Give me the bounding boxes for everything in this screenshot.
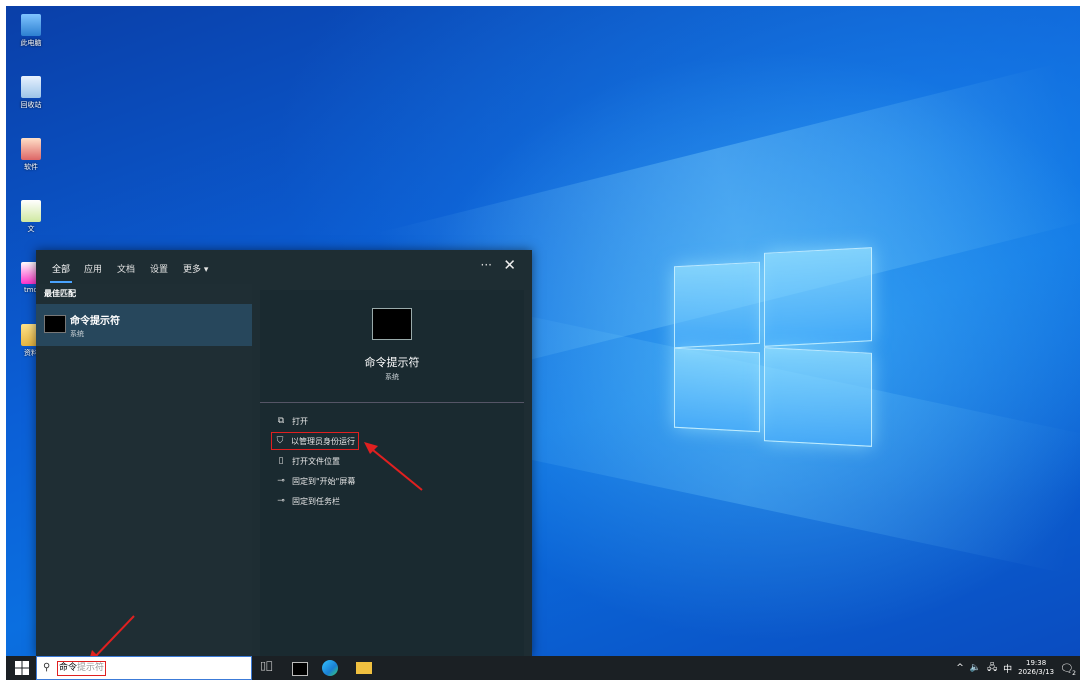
desktop-icon-label: 文 bbox=[27, 225, 35, 233]
detail-title: 命令提示符 bbox=[364, 356, 420, 369]
action-label: 打开文件位置 bbox=[292, 456, 340, 466]
edge-icon[interactable] bbox=[322, 660, 338, 676]
network-icon[interactable]: 🖧 bbox=[987, 660, 997, 676]
detail-subtitle: 系统 bbox=[385, 373, 399, 381]
best-match-subtitle: 系统 bbox=[70, 330, 84, 338]
system-tray: ^ 🔈 🖧 中 19:38 2026/3/13 🗨 2 bbox=[956, 656, 1076, 680]
action-label: 打开 bbox=[292, 416, 308, 426]
action-label: 固定到任务栏 bbox=[292, 496, 340, 506]
close-icon[interactable]: ✕ bbox=[503, 256, 516, 274]
desktop-icon-computer[interactable]: 此电脑 bbox=[16, 14, 46, 48]
app-icon bbox=[21, 138, 41, 160]
search-query[interactable]: 命令提示符 bbox=[57, 661, 107, 676]
results-list: 最佳匹配 命令提示符 系统 bbox=[36, 284, 252, 656]
action-run-as-admin[interactable]: ⛉ 以管理员身份运行 bbox=[271, 432, 359, 450]
more-options-icon[interactable]: ··· bbox=[481, 258, 492, 272]
ime-indicator[interactable]: 中 bbox=[1003, 662, 1012, 675]
best-match-item[interactable]: 命令提示符 系统 bbox=[36, 304, 252, 346]
notification-count: 2 bbox=[1072, 669, 1076, 677]
search-suggest-text: 提示符 bbox=[77, 663, 105, 673]
active-tab-indicator bbox=[50, 281, 72, 283]
recycle-bin-icon bbox=[21, 76, 41, 98]
action-pin-to-start[interactable]: ⊸ 固定到"开始"屏幕 bbox=[276, 474, 355, 488]
search-typed-text: 命令 bbox=[59, 663, 78, 673]
action-label: 固定到"开始"屏幕 bbox=[292, 476, 356, 486]
task-view-icon[interactable]: ▯⃞ bbox=[260, 659, 278, 677]
action-open[interactable]: ⧉ 打开 bbox=[276, 414, 308, 428]
file-location-icon: ▯ bbox=[278, 456, 284, 466]
best-match-name: 命令提示符 bbox=[70, 316, 120, 327]
search-tabs: 全部 应用 文档 设置 更多 ▾ ··· ✕ bbox=[36, 250, 532, 284]
pin-icon: ⊸ bbox=[277, 476, 285, 486]
tab-settings[interactable]: 设置 bbox=[150, 262, 168, 275]
pin-icon: ⊸ bbox=[277, 496, 285, 506]
document-icon bbox=[21, 200, 41, 222]
desktop-icon-label: 回收站 bbox=[20, 101, 42, 109]
annotation-arrow-admin bbox=[364, 442, 423, 491]
divider bbox=[260, 402, 524, 403]
tab-all[interactable]: 全部 bbox=[52, 262, 70, 275]
open-icon: ⧉ bbox=[277, 416, 285, 426]
desktop-icon-label: 软件 bbox=[24, 163, 38, 171]
taskbar: ⚲ 命令提示符 ▯⃞ ^ 🔈 🖧 中 19:38 2026/3/13 🗨 2 bbox=[6, 656, 1080, 680]
taskbar-search-box[interactable]: ⚲ 命令提示符 bbox=[36, 656, 252, 680]
tab-documents[interactable]: 文档 bbox=[117, 262, 135, 275]
admin-shield-icon: ⛉ bbox=[276, 436, 284, 446]
desktop-icon-document[interactable]: 文 bbox=[16, 200, 46, 234]
notification-center-icon[interactable]: 🗨 2 bbox=[1060, 662, 1076, 677]
action-label: 以管理员身份运行 bbox=[291, 436, 355, 446]
search-menu: 全部 应用 文档 设置 更多 ▾ ··· ✕ 最佳匹配 命令提示符 系统 命令提… bbox=[36, 250, 532, 656]
cmd-taskbar-icon[interactable] bbox=[292, 662, 308, 676]
search-icon: ⚲ bbox=[43, 662, 51, 673]
show-hidden-icons-icon[interactable]: ^ bbox=[956, 663, 964, 673]
cmd-icon bbox=[44, 315, 66, 333]
tab-apps[interactable]: 应用 bbox=[84, 262, 102, 275]
clock[interactable]: 19:38 2026/3/13 bbox=[1018, 659, 1054, 677]
windows-start-icon[interactable] bbox=[14, 660, 30, 676]
desktop-icon-label: 此电脑 bbox=[20, 39, 42, 47]
windows-logo bbox=[674, 246, 874, 448]
desktop-icon-recycle-bin[interactable]: 回收站 bbox=[16, 76, 46, 110]
computer-icon bbox=[21, 14, 41, 36]
clock-time: 19:38 bbox=[1025, 659, 1047, 667]
action-open-file-location[interactable]: ▯ 打开文件位置 bbox=[276, 454, 340, 468]
file-explorer-icon[interactable] bbox=[356, 662, 372, 674]
tab-more[interactable]: 更多 ▾ bbox=[183, 262, 208, 275]
action-pin-to-taskbar[interactable]: ⊸ 固定到任务栏 bbox=[276, 494, 340, 508]
desktop-icon-app[interactable]: 软件 bbox=[16, 138, 46, 172]
volume-icon[interactable]: 🔈 bbox=[970, 663, 981, 673]
cmd-large-icon bbox=[372, 308, 412, 340]
best-match-heading: 最佳匹配 bbox=[44, 289, 76, 298]
clock-date: 2026/3/13 bbox=[1018, 668, 1055, 676]
